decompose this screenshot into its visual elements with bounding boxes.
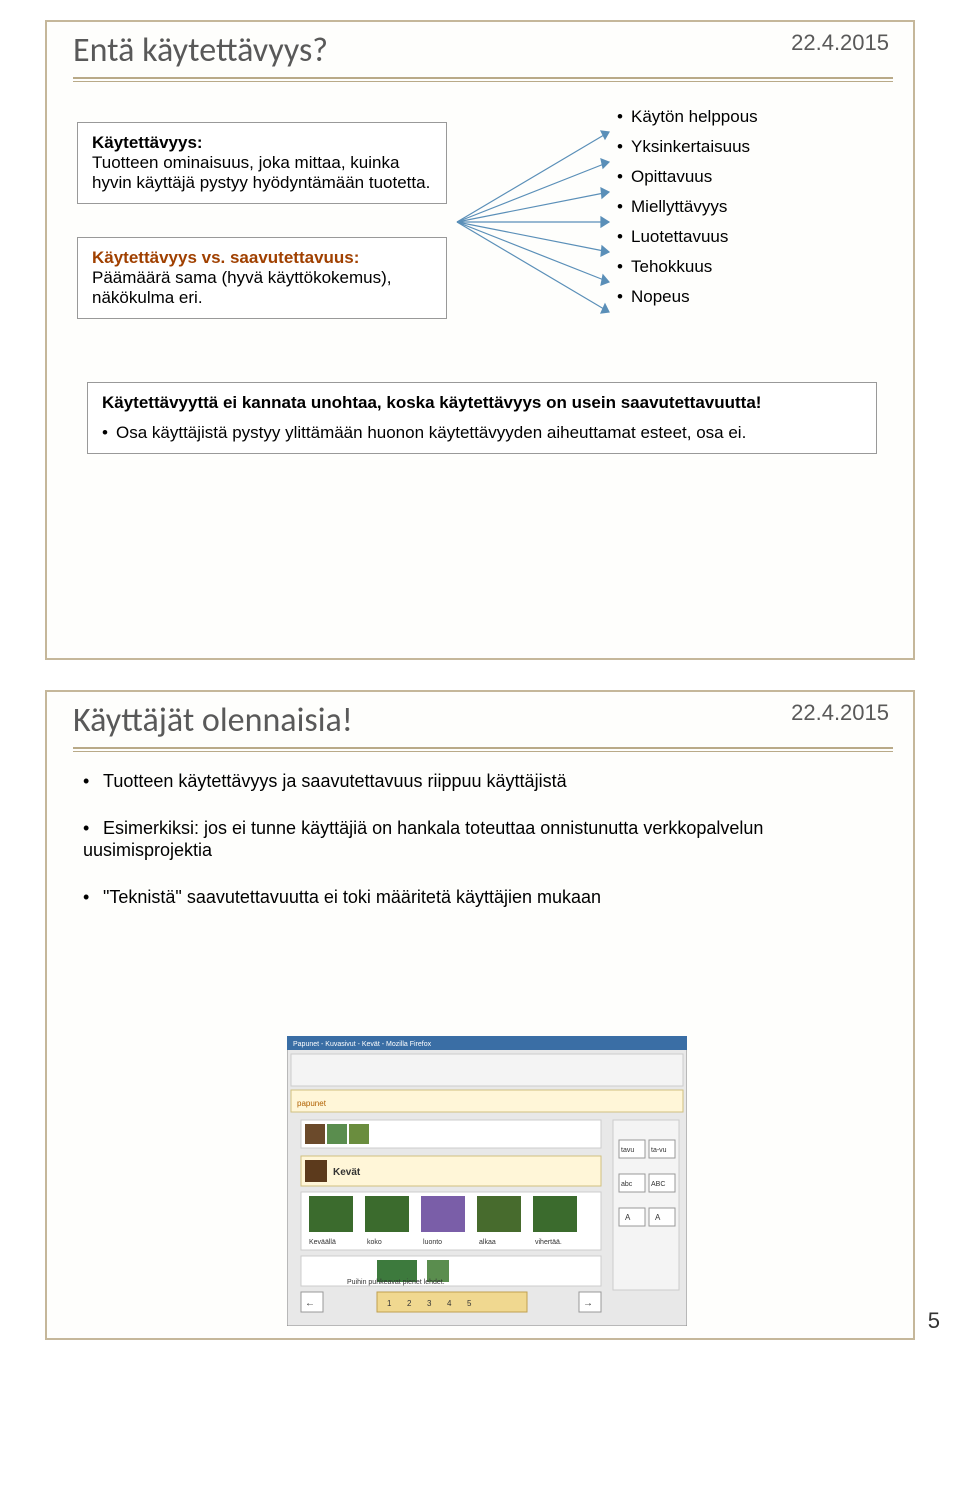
sb-1: ta-vu xyxy=(651,1147,667,1154)
embedded-browser-screenshot: Papunet - Kuvasivut - Kevät - Mozilla Fi… xyxy=(287,1036,687,1326)
pg-4: 4 xyxy=(447,1299,452,1308)
sb-0: tavu xyxy=(621,1147,634,1154)
slide-2: 22.4.2015 Käyttäjät olennaisia! •Tuottee… xyxy=(45,690,915,1340)
word-3: alkaa xyxy=(479,1239,496,1246)
list-item: •Esimerkiksi: jos ei tunne käyttäjiä on … xyxy=(83,817,881,862)
pg-5: 5 xyxy=(467,1299,472,1308)
list-item: •Käytön helppous xyxy=(617,107,758,127)
summary-line-1: Käytettävyyttä ei kannata unohtaa, koska… xyxy=(102,393,862,413)
box-body: Päämäärä sama (hyvä käyttökokemus), näkö… xyxy=(92,268,392,307)
summary-box: Käytettävyyttä ei kannata unohtaa, koska… xyxy=(87,382,877,454)
slide-date: 22.4.2015 xyxy=(791,700,889,726)
sb-2: abc xyxy=(621,1181,633,1188)
summary-line-2: •Osa käyttäjistä pystyy ylittämään huono… xyxy=(102,423,862,443)
sb-4: A xyxy=(625,1213,631,1222)
slide-title: Entä käytettävyys? xyxy=(47,22,913,75)
slide-title: Käyttäjät olennaisia! xyxy=(47,692,913,745)
pg-1: 1 xyxy=(387,1299,392,1308)
title-underline-thin xyxy=(73,81,893,82)
list-item: •Yksinkertaisuus xyxy=(617,137,758,157)
pg-2: 2 xyxy=(407,1299,412,1308)
list-item: •Miellyttävyys xyxy=(617,197,758,217)
word-2: luonto xyxy=(423,1239,442,1246)
list-item: •Tehokkuus xyxy=(617,257,758,277)
word-1: koko xyxy=(367,1239,382,1246)
attribute-list: •Käytön helppous •Yksinkertaisuus •Opitt… xyxy=(617,107,758,317)
box-heading: Käytettävyys: xyxy=(92,133,203,152)
list-item: •Nopeus xyxy=(617,287,758,307)
slide-1: 22.4.2015 Entä käytettävyys? Käytettävyy… xyxy=(45,20,915,660)
page-number: 5 xyxy=(928,1308,940,1334)
list-item: •Opittavuus xyxy=(617,167,758,187)
word-4: vihertää. xyxy=(535,1239,562,1246)
word-0: Keväällä xyxy=(309,1239,336,1246)
slide-body: •Tuotteen käytettävyys ja saavutettavuus… xyxy=(47,752,913,908)
site-name-text: papunet xyxy=(297,1099,327,1108)
list-item: •"Teknistä" saavutettavuutta ei toki mää… xyxy=(83,886,881,909)
title-underline xyxy=(73,77,893,79)
definition-box-comparison: Käytettävyys vs. saavutettavuus: Päämäär… xyxy=(77,237,447,319)
box-body: Tuotteen ominaisuus, joka mittaa, kuinka… xyxy=(92,153,430,192)
slide-date: 22.4.2015 xyxy=(791,30,889,56)
pg-3: 3 xyxy=(427,1299,432,1308)
title-underline xyxy=(73,747,893,749)
list-item: •Tuotteen käytettävyys ja saavutettavuus… xyxy=(83,770,881,793)
sb-5: A xyxy=(655,1213,661,1222)
box-heading: Käytettävyys vs. saavutettavuus: xyxy=(92,248,359,267)
svg-text:→: → xyxy=(583,1298,593,1309)
definition-box-usability: Käytettävyys: Tuotteen ominaisuus, joka … xyxy=(77,122,447,204)
browser-title-text: Papunet - Kuvasivut - Kevät - Mozilla Fi… xyxy=(293,1041,432,1048)
list-item: •Luotettavuus xyxy=(617,227,758,247)
caption-2-text: Puihin puhkeavat pienet lehdet. xyxy=(347,1279,445,1286)
svg-text:←: ← xyxy=(305,1298,315,1309)
sb-3: ABC xyxy=(651,1181,665,1188)
fan-arrows-icon xyxy=(449,122,624,322)
page-heading-text: Kevät xyxy=(333,1167,361,1178)
